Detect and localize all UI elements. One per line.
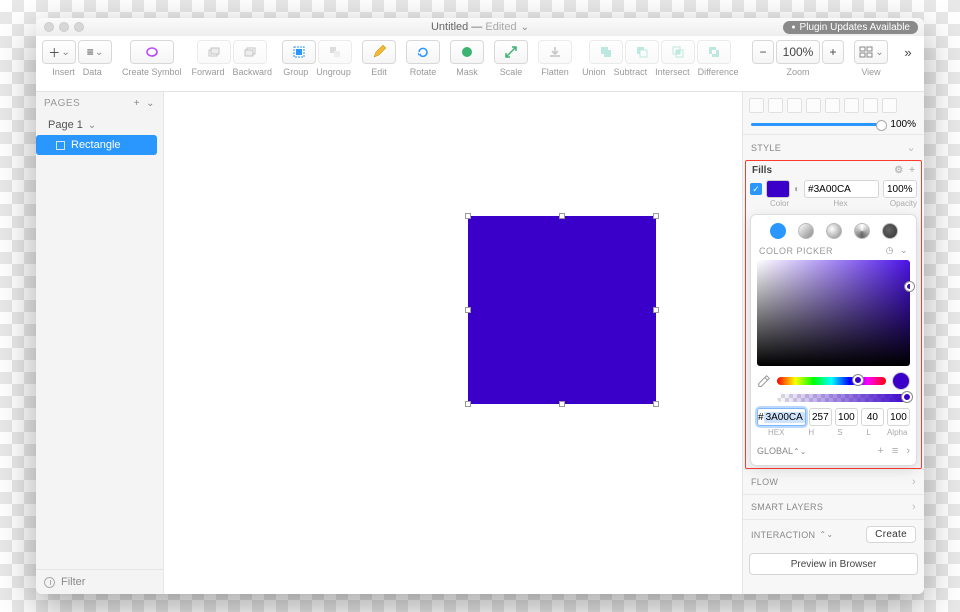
picker-collapse-icon[interactable]: ⌄ xyxy=(900,245,908,256)
saturation-value-field[interactable] xyxy=(757,260,910,366)
rectangle-icon xyxy=(56,141,65,150)
fill-mode-radial[interactable] xyxy=(826,223,842,239)
align-hcenter-icon[interactable] xyxy=(768,98,783,113)
page-item[interactable]: Page 1 ⌄ xyxy=(36,115,163,135)
align-vcenter-icon[interactable] xyxy=(825,98,840,113)
list-view-icon[interactable]: ≡ xyxy=(892,445,898,457)
filter-icon xyxy=(44,577,55,588)
hex-input[interactable]: # 3A00CA xyxy=(757,408,806,426)
subtract-button[interactable] xyxy=(625,40,659,64)
color-preview xyxy=(892,372,910,390)
add-page-icon[interactable]: + xyxy=(134,98,140,109)
light-input[interactable]: 40 xyxy=(861,408,884,426)
data-button[interactable]: ≡⌄ xyxy=(78,40,112,64)
add-global-icon[interactable]: + xyxy=(877,445,883,457)
mask-button[interactable] xyxy=(450,40,484,64)
fill-swatch[interactable] xyxy=(766,180,790,198)
group-button[interactable] xyxy=(282,40,316,64)
recent-colors-icon[interactable]: ◷ xyxy=(886,245,894,256)
create-interaction-button[interactable]: Create xyxy=(866,526,916,543)
rotate-button[interactable] xyxy=(406,40,440,64)
toolbar-overflow-button[interactable]: » xyxy=(898,40,918,64)
alpha-input[interactable]: 100 xyxy=(887,408,910,426)
align-top-icon[interactable] xyxy=(806,98,821,113)
scale-button[interactable] xyxy=(494,40,528,64)
layer-item-rectangle[interactable]: Rectangle xyxy=(36,135,157,155)
fill-mode-image[interactable] xyxy=(882,223,898,239)
fill-mode-angular[interactable] xyxy=(854,223,870,239)
backward-button[interactable] xyxy=(233,40,267,64)
style-section[interactable]: STYLE⌄ xyxy=(743,134,924,160)
zoom-out-button[interactable]: − xyxy=(752,40,774,64)
forward-button[interactable] xyxy=(197,40,231,64)
opacity-value: 100% xyxy=(890,119,916,130)
edit-button[interactable] xyxy=(362,40,396,64)
blend-icon[interactable]: ◐ xyxy=(794,184,800,195)
fills-header: Fills ⚙+ xyxy=(750,163,917,180)
ungroup-button[interactable] xyxy=(318,40,352,64)
fill-mode-solid[interactable] xyxy=(770,223,786,239)
app-window: Untitled — Edited ⌄ Plugin Updates Avail… xyxy=(36,18,924,594)
align-bottom-icon[interactable] xyxy=(844,98,859,113)
fill-mode-linear[interactable] xyxy=(798,223,814,239)
flatten-button[interactable] xyxy=(538,40,572,64)
pages-header: PAGES +⌄ xyxy=(36,92,163,115)
hue-slider[interactable] xyxy=(777,377,886,385)
preview-in-browser-button[interactable]: Preview in Browser xyxy=(749,553,918,575)
align-right-icon[interactable] xyxy=(787,98,802,113)
collapse-pages-icon[interactable]: ⌄ xyxy=(146,98,155,109)
add-fill-icon[interactable]: + xyxy=(909,165,915,176)
view-button[interactable]: ⌄ xyxy=(854,40,888,64)
zoom-value[interactable]: 100% xyxy=(776,40,820,64)
align-left-icon[interactable] xyxy=(749,98,764,113)
flow-section[interactable]: FLOW› xyxy=(743,469,924,494)
sat-input[interactable]: 100 xyxy=(835,408,858,426)
global-colors-row[interactable]: GLOBAL ⌃⌄ +≡› xyxy=(757,443,910,459)
difference-button[interactable] xyxy=(697,40,731,64)
union-button[interactable] xyxy=(589,40,623,64)
toolbar: ＋⌄ ≡⌄ InsertData Create Symbol ForwardBa… xyxy=(36,36,924,92)
eyedropper-icon[interactable] xyxy=(757,374,771,388)
alpha-slider[interactable] xyxy=(777,394,910,402)
fill-opacity-input[interactable]: 100% xyxy=(883,180,917,198)
plugin-updates-pill[interactable]: Plugin Updates Available xyxy=(783,21,918,34)
titlebar: Untitled — Edited ⌄ Plugin Updates Avail… xyxy=(36,18,924,36)
opacity-slider[interactable] xyxy=(751,123,884,126)
smart-layers-section[interactable]: SMART LAYERS› xyxy=(743,494,924,519)
insert-button[interactable]: ＋⌄ xyxy=(42,40,76,64)
fill-hex-input[interactable]: # 3A00CA xyxy=(804,180,879,198)
hue-input[interactable]: 257 xyxy=(809,408,832,426)
gear-icon[interactable]: ⚙ xyxy=(894,165,903,176)
intersect-button[interactable] xyxy=(661,40,695,64)
interaction-section: INTERACTION ⌃⌄ Create xyxy=(743,519,924,549)
filter-input[interactable]: Filter xyxy=(36,569,163,594)
distribute-v-icon[interactable] xyxy=(882,98,897,113)
distribute-h-icon[interactable] xyxy=(863,98,878,113)
rectangle-shape[interactable] xyxy=(468,216,656,404)
inspector: 100% STYLE⌄ Fills ⚙+ ✓ ◐ # 3A00CA 100% C… xyxy=(742,92,924,594)
sidebar: PAGES +⌄ Page 1 ⌄ Rectangle Filter xyxy=(36,92,164,594)
zoom-in-button[interactable]: + xyxy=(822,40,844,64)
grid-view-icon[interactable]: › xyxy=(906,445,910,457)
align-tools xyxy=(743,92,924,115)
color-picker-popover: COLOR PICKER◷⌄ # 3A00CA 257 100 xyxy=(750,214,917,466)
fill-enabled-checkbox[interactable]: ✓ xyxy=(750,183,762,195)
canvas[interactable] xyxy=(164,92,742,594)
create-symbol-button[interactable] xyxy=(130,40,174,64)
